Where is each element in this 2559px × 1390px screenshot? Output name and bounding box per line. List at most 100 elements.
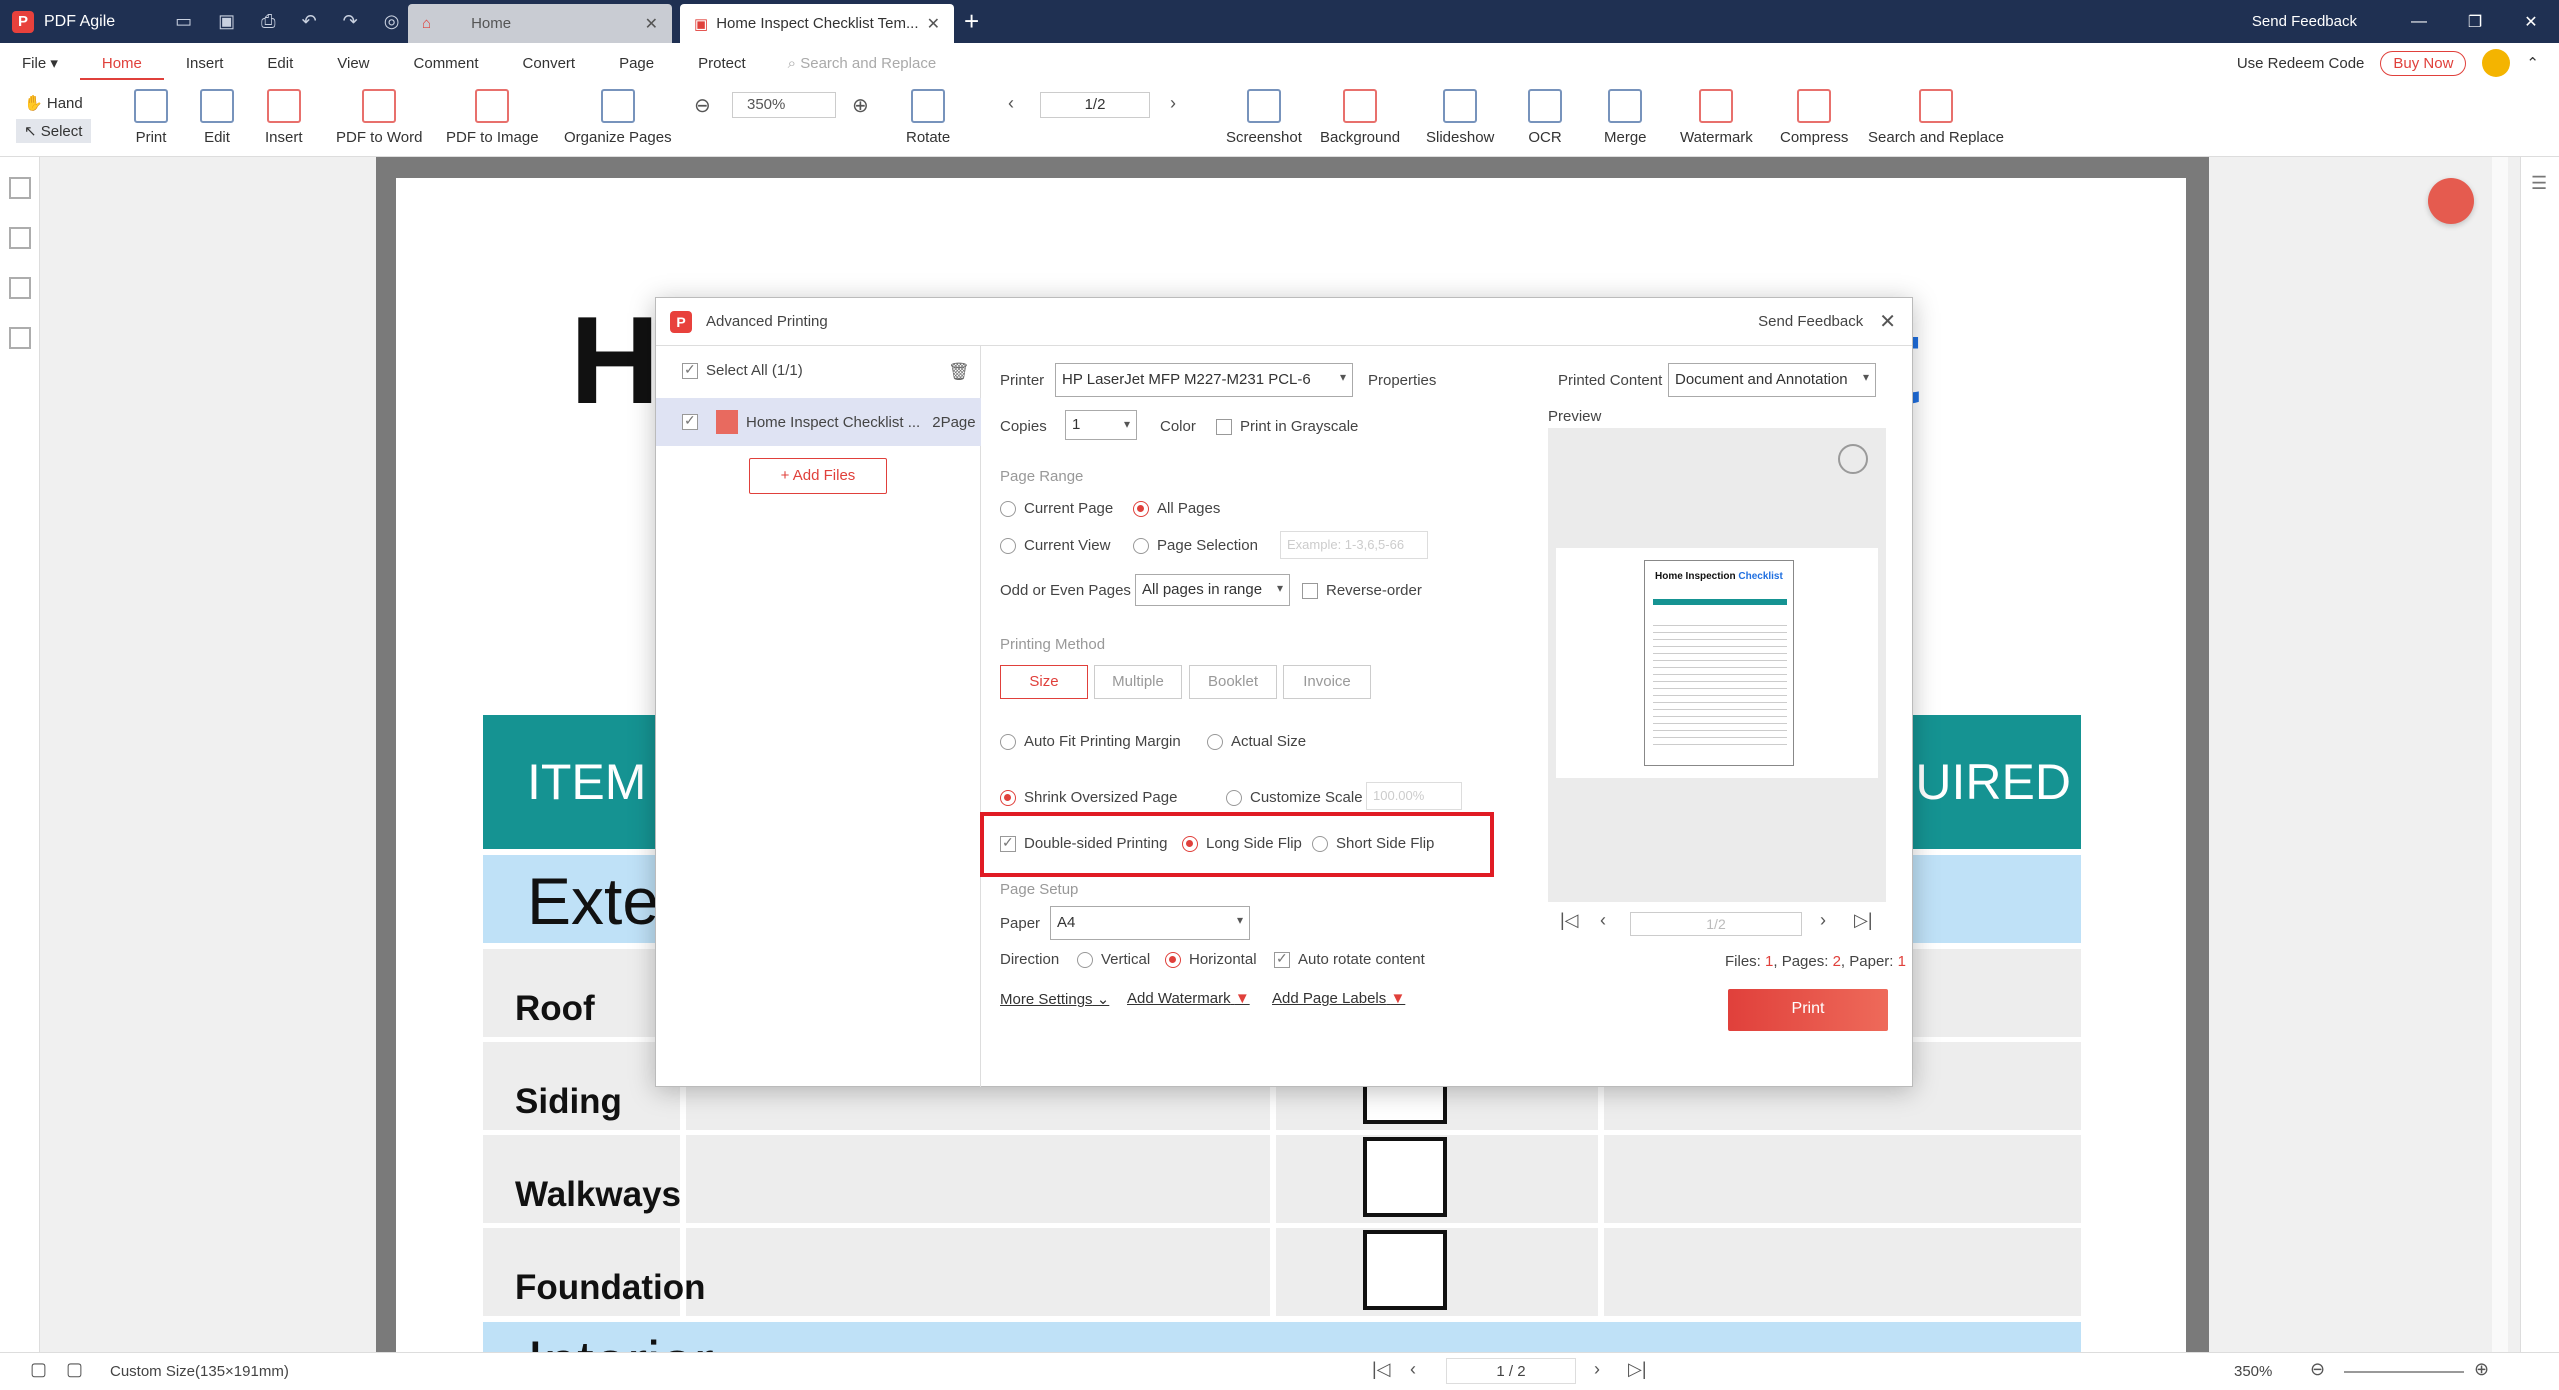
thumbnails-icon[interactable] [9,227,31,249]
grayscale-checkbox[interactable]: Print in Grayscale [1216,418,1358,435]
method-multiple-button[interactable]: Multiple [1094,665,1182,699]
paper-select[interactable]: A4 [1050,906,1250,940]
reverse-order-checkbox[interactable]: Reverse-order [1302,582,1422,599]
menu-edit[interactable]: Edit [245,55,315,72]
horizontal-radio[interactable]: Horizontal [1165,951,1257,968]
menu-file[interactable]: File ▾ [0,54,80,72]
last-page-icon[interactable]: ▷| [1628,1359,1647,1380]
next-page-icon[interactable]: › [1820,910,1826,931]
zoom-out-icon[interactable]: ⊖ [694,93,711,118]
open-folder-icon[interactable]: ▭ [175,11,192,32]
menu-search[interactable]: ⌕ Search and Replace [788,55,937,72]
send-feedback-button[interactable]: Send Feedback [2252,13,2357,30]
tab-home[interactable]: ⌂ Home ✕ [408,4,672,43]
minimize-icon[interactable]: — [2391,13,2447,31]
zoom-in-icon[interactable]: ⊕ [852,93,869,118]
long-side-flip-radio[interactable]: Long Side Flip [1182,835,1302,852]
merge-button[interactable]: Merge [1604,89,1647,146]
avatar[interactable] [2482,49,2511,77]
printed-content-select[interactable]: Document and Annotation [1668,363,1876,397]
zoom-select[interactable]: 350% [732,92,836,118]
new-tab-icon[interactable]: + [964,6,979,37]
tab-document[interactable]: ▣ Home Inspect Checklist Tem... ✕ [680,4,954,43]
edit-button[interactable]: Edit [200,89,234,146]
fit-width-icon[interactable]: ▢ [66,1359,83,1380]
collapse-ribbon-icon[interactable]: ⌃ [2526,54,2539,72]
vertical-radio[interactable]: Vertical [1077,951,1150,968]
method-size-button[interactable]: Size [1000,665,1088,699]
pdf-to-word-button[interactable]: PDF to Word [336,89,422,146]
settings-sliders-icon[interactable]: ☰ [2531,173,2547,194]
organize-pages-button[interactable]: Organize Pages [564,89,672,146]
properties-button[interactable]: Properties [1368,372,1436,389]
method-booklet-button[interactable]: Booklet [1189,665,1277,699]
close-tab-icon[interactable]: ✕ [645,14,658,34]
shrink-oversized-radio[interactable]: Shrink Oversized Page [1000,789,1177,806]
insert-button[interactable]: Insert [265,89,303,146]
vertical-scrollbar[interactable] [2492,157,2508,1352]
menu-comment[interactable]: Comment [392,55,501,72]
annotations-icon[interactable] [9,277,31,299]
page-selection-radio[interactable]: Page Selection [1133,537,1258,554]
last-page-icon[interactable]: ▷| [1854,910,1873,931]
close-icon[interactable]: ✕ [1879,309,1896,334]
prev-page-icon[interactable]: ‹ [1008,93,1014,114]
prev-page-icon[interactable]: ‹ [1600,910,1606,931]
odd-even-select[interactable]: All pages in range [1135,574,1290,606]
menu-insert[interactable]: Insert [164,55,246,72]
trash-icon[interactable]: 🗑 [948,362,970,382]
menu-protect[interactable]: Protect [676,55,768,72]
auto-fit-radio[interactable]: Auto Fit Printing Margin [1000,733,1181,750]
first-page-icon[interactable]: |◁ [1372,1359,1391,1380]
scale-input[interactable]: 100.00% [1366,782,1462,810]
short-side-flip-radio[interactable]: Short Side Flip [1312,835,1434,852]
all-pages-radio[interactable]: All Pages [1133,500,1220,517]
current-view-radio[interactable]: Current View [1000,537,1110,554]
dialog-send-feedback[interactable]: Send Feedback [1758,313,1863,330]
customize-scale-radio[interactable]: Customize Scale [1226,789,1363,806]
print-button[interactable]: Print [1728,989,1888,1031]
status-zoom[interactable]: 350% [2234,1363,2272,1380]
file-checkbox[interactable] [682,412,698,430]
ocr-button[interactable]: OCR [1528,89,1562,146]
status-page-input[interactable]: 1 / 2 [1446,1358,1576,1384]
printer-select[interactable]: HP LaserJet MFP M227-M231 PCL-6 [1055,363,1353,397]
menu-convert[interactable]: Convert [501,55,598,72]
actual-size-radio[interactable]: Actual Size [1207,733,1306,750]
buy-now-button[interactable]: Buy Now [2380,50,2467,76]
select-all-checkbox[interactable]: Select All (1/1) [682,361,803,379]
close-window-icon[interactable]: ✕ [2503,12,2559,32]
badge-icon[interactable]: ◎ [384,11,400,32]
hand-tool-button[interactable]: ✋ Hand [16,91,91,115]
compress-button[interactable]: Compress [1780,89,1848,146]
restore-icon[interactable]: ❐ [2447,12,2503,32]
zoom-in-icon[interactable]: ⊕ [2474,1359,2489,1380]
menu-view[interactable]: View [315,55,391,72]
next-page-icon[interactable]: › [1594,1359,1600,1380]
current-page-radio[interactable]: Current Page [1000,500,1113,517]
preview-page-input[interactable]: 1/2 [1630,912,1802,936]
undo-icon[interactable]: ↶ [302,11,317,32]
method-invoice-button[interactable]: Invoice [1283,665,1371,699]
outline-icon[interactable] [9,177,31,199]
menu-page[interactable]: Page [597,55,676,72]
watermark-button[interactable]: Watermark [1680,89,1753,146]
add-page-labels-link[interactable]: Add Page Labels ▼ [1272,990,1405,1007]
redeem-code-button[interactable]: Use Redeem Code [2237,55,2365,72]
close-tab-icon[interactable]: ✕ [927,14,940,34]
copies-stepper[interactable]: 1 [1065,410,1137,440]
zoom-slider[interactable] [2344,1371,2464,1373]
redo-icon[interactable]: ↷ [343,11,358,32]
print-button[interactable]: Print [134,89,168,146]
search-replace-button[interactable]: Search and Replace [1868,89,2004,146]
slideshow-button[interactable]: Slideshow [1426,89,1494,146]
add-files-button[interactable]: + Add Files [749,458,887,494]
prev-page-icon[interactable]: ‹ [1410,1359,1416,1380]
zoom-out-icon[interactable]: ⊖ [2310,1359,2325,1380]
page-number-input[interactable]: 1/2 [1040,92,1150,118]
page-selection-input[interactable]: Example: 1-3,6,5-66 [1280,531,1428,559]
background-button[interactable]: Background [1320,89,1400,146]
menu-home[interactable]: Home [79,47,164,80]
fit-page-icon[interactable]: ▢ [30,1359,47,1380]
expand-icon[interactable] [1838,444,1868,474]
